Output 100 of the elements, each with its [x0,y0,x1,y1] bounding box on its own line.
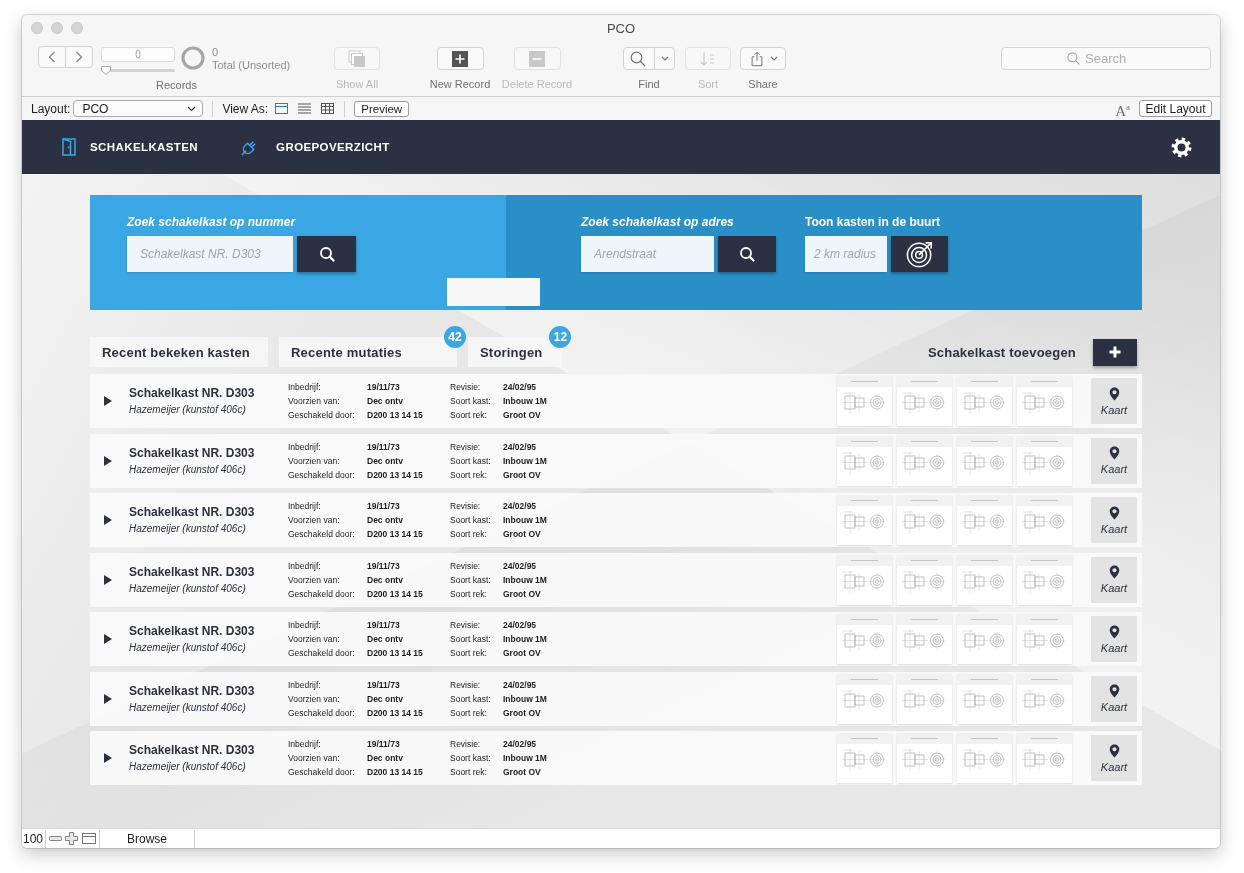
blueprint-thumbnail[interactable] [1017,495,1072,545]
disclosure-triangle-icon[interactable] [104,634,112,644]
disclosure-triangle-icon[interactable] [104,515,112,525]
blueprint-thumbnail[interactable] [897,614,952,664]
record-subtitle: Hazemeijer (kunstof 406c) [129,760,247,773]
toolbar-toggle-icon[interactable] [82,833,97,844]
field-value: D200 13 14 15 [367,409,424,422]
disclosure-triangle-icon[interactable] [104,455,112,466]
map-button[interactable]: Kaart [1091,497,1137,543]
disclosure-triangle-icon[interactable] [104,574,112,585]
blueprint-thumbnail[interactable] [1017,673,1072,724]
blueprint-thumbnail[interactable] [957,495,1012,545]
field-label: Soort rek: [450,766,488,779]
find-button[interactable] [623,47,675,70]
record-subtitle: Hazemeijer (kunstof 406c) [129,462,247,476]
record-title: Schakelkast NR. D303 [129,505,256,520]
field-label: Soort rek: [450,587,488,601]
forward-button[interactable] [66,46,93,68]
field-label: Voorzien van: [288,395,341,408]
map-button[interactable]: Kaart [1091,378,1137,424]
record-title: Schakelkast NR. D303 [129,743,256,758]
blueprint-thumbnail[interactable] [837,376,892,426]
blueprint-thumbnail[interactable] [837,554,892,605]
field-value: Inbouw 1M [503,573,548,587]
search-button[interactable] [297,236,356,272]
table-view-icon[interactable] [321,103,335,114]
blueprint-thumbnail[interactable] [957,554,1012,605]
toolbar-label: Find [638,78,660,91]
field-value: Groot OV [503,468,542,482]
new-record-button[interactable] [436,47,484,70]
nav-link[interactable]: SCHAKELKASTEN [62,138,199,156]
map-button[interactable]: Kaart [1091,675,1137,722]
disclosure-triangle-icon[interactable] [104,396,112,406]
map-button[interactable]: Kaart [1091,437,1137,484]
preview-button[interactable]: Preview [354,100,410,117]
map-button[interactable]: Kaart [1091,735,1137,781]
zoom-button[interactable] [71,22,83,34]
field-value: Inbouw 1M [503,514,548,527]
blueprint-thumbnail[interactable] [897,435,952,486]
blueprint-thumbnail[interactable] [1017,435,1072,486]
back-button[interactable] [38,46,66,68]
settings-icon[interactable] [1171,136,1192,158]
tab[interactable]: Recent bekeken kasten [90,337,268,367]
map-pin-icon [1108,624,1120,639]
record-title: Schakelkast NR. D303 [129,683,256,699]
address-search-field[interactable]: Arendstraat [581,236,714,272]
blueprint-thumbnail[interactable] [957,376,1012,426]
add-button[interactable] [1093,338,1137,366]
field-value: Inbouw 1M [503,395,548,408]
share-button[interactable] [740,47,786,70]
map-button[interactable]: Kaart [1091,616,1137,662]
blueprint-thumbnail[interactable] [957,614,1012,664]
record-title: Schakelkast NR. D303 [129,624,256,639]
blueprint-thumbnail[interactable] [897,376,952,426]
total-label: Total (Unsorted) [212,59,292,72]
caret-down-icon [769,56,778,61]
toolbar-label: New Record [429,78,491,91]
blueprint-thumbnail[interactable] [897,554,952,605]
field-value: 19/11/73 [367,381,401,394]
edit-layout-button[interactable]: Edit Layout [1139,100,1212,117]
map-button[interactable]: Kaart [1091,556,1137,603]
disclosure-triangle-icon[interactable] [104,753,112,763]
blueprint-thumbnail[interactable] [837,733,892,783]
number-search-field[interactable]: Schakelkast NR. D303 [127,236,293,272]
blueprint-thumbnail[interactable] [837,614,892,664]
blueprint-thumbnail[interactable] [957,673,1012,724]
search-button[interactable] [718,236,776,272]
radius-field[interactable]: 2 km radius [805,236,887,272]
nav-link[interactable]: GROEPOVERZICHT [240,137,390,157]
blueprint-thumbnail[interactable] [1017,376,1072,426]
nearby-button[interactable] [891,236,948,272]
minimize-button[interactable] [51,22,63,34]
chevron-right-icon [75,51,83,63]
blueprint-thumbnail[interactable] [897,733,952,783]
close-button[interactable] [31,22,43,34]
disclosure-triangle-icon[interactable] [104,693,112,704]
blueprint-thumbnail[interactable] [837,495,892,545]
list-view-icon[interactable] [298,103,312,114]
blueprint-thumbnail[interactable] [1017,733,1072,783]
form-view-icon[interactable] [275,103,289,114]
text-size-button[interactable]: A$^{a}$ [1115,98,1130,119]
field-value: Groot OV [503,528,542,541]
zoom-in-icon[interactable] [65,832,79,845]
toolbar-label: Show All [335,78,379,91]
blueprint-thumbnail[interactable] [897,673,952,724]
layout-select[interactable]: PCO [73,100,204,117]
field-label: Soort kast: [450,692,492,706]
slider-thumb[interactable] [101,66,111,75]
blueprint-thumbnail[interactable] [837,673,892,724]
search-field[interactable]: Search [1001,47,1211,70]
blueprint-thumbnail[interactable] [897,495,952,545]
blueprint-thumbnail[interactable] [957,435,1012,486]
plus-square-icon [452,50,468,67]
blueprint-thumbnail[interactable] [837,435,892,486]
blueprint-thumbnail[interactable] [957,733,1012,783]
field-value: D200 13 14 15 [367,468,424,482]
blueprint-thumbnail[interactable] [1017,614,1072,664]
blueprint-thumbnail[interactable] [1017,554,1072,605]
record-slider[interactable] [101,69,175,72]
zoom-level[interactable]: 100 [22,829,47,848]
